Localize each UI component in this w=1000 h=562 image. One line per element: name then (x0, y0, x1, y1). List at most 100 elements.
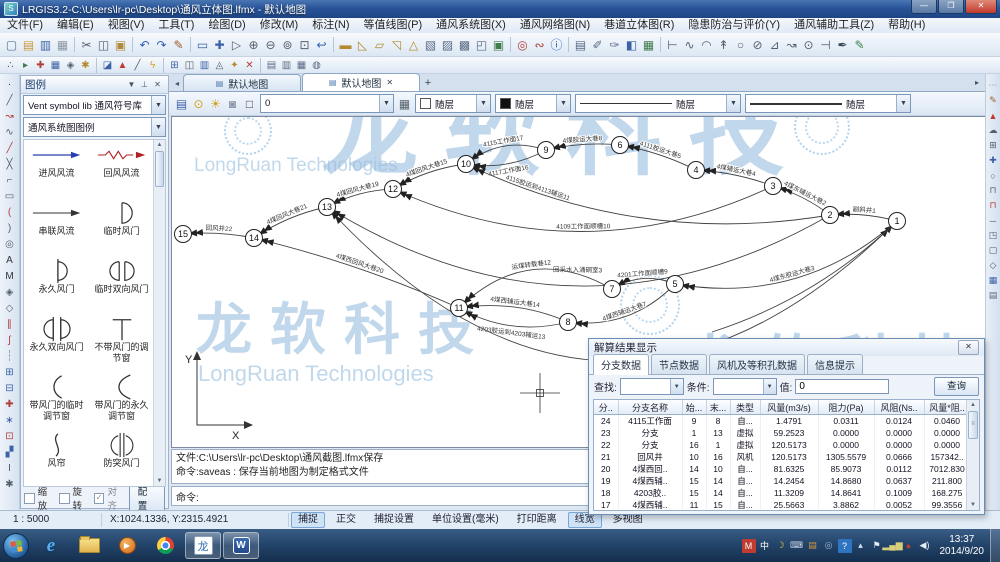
annotate-button[interactable]: ▤ (572, 36, 589, 53)
sheet-grid-button[interactable]: ▦ (294, 58, 309, 72)
magnifier-icon[interactable]: ◎ (822, 539, 836, 553)
format-brush-button[interactable]: ✎ (170, 36, 187, 53)
dialog-close-icon[interactable]: ✕ (958, 340, 979, 355)
segment-tool-button[interactable]: ╱ (2, 140, 18, 156)
corner-tool-button[interactable]: ⌐ (2, 172, 18, 188)
chevron-down-icon[interactable]: ▼ (379, 95, 393, 112)
legend-item-temporary-two-way-damper[interactable]: 临时双向风门 (89, 258, 154, 316)
box-button[interactable]: ▢ (986, 243, 1000, 258)
split-view-button[interactable]: ◫ (182, 58, 197, 72)
table-export-button[interactable]: ▦ (640, 36, 657, 53)
menu-item-7[interactable]: 标注(N) (305, 18, 356, 33)
menu-item-6[interactable]: 修改(M) (253, 18, 306, 33)
volume-icon[interactable]: ◀) (918, 539, 932, 553)
snap-circle-button[interactable]: ○ (732, 36, 749, 53)
draw-polygon-button[interactable]: ▱ (371, 36, 388, 53)
legend-item-permanent-regulator-with-damper[interactable]: 带风门的永久调节窗 (89, 374, 154, 432)
paste-button[interactable]: ▣ (112, 36, 129, 53)
info-button[interactable]: ⓘ (548, 36, 565, 53)
status-button-3[interactable]: 捕捉设置 (367, 512, 421, 528)
rect-tool-button[interactable]: ▭ (2, 188, 18, 204)
snap-center-button[interactable]: ⊙ (800, 36, 817, 53)
chevron-down-icon[interactable]: ▼ (763, 379, 776, 394)
select-window-button[interactable]: ▭ (194, 36, 211, 53)
grid-settings-button[interactable]: ∴ (3, 58, 18, 72)
sketch-button[interactable]: ✎ (851, 36, 868, 53)
menu-item-11[interactable]: 巷道立体图(R) (597, 18, 681, 33)
lineweight-select[interactable]: 随层 ▼ (745, 94, 911, 113)
stretch-h-button[interactable]: Ⅰ (2, 460, 18, 476)
legend-item-regulator-without-damper[interactable]: 不带风门的调节窗 (89, 316, 154, 374)
snap-node-button[interactable]: ↟ (715, 36, 732, 53)
explorer-taskbar-button[interactable] (71, 532, 107, 559)
align-left-button[interactable]: ⊞ (2, 364, 18, 380)
column-header[interactable]: 末... (706, 400, 730, 415)
find-select[interactable]: ▼ (620, 378, 684, 395)
help-icon[interactable]: ? (838, 539, 852, 553)
column-header[interactable]: 风阻(Ns.. (874, 400, 924, 415)
grid-small-button[interactable]: ⊞ (986, 138, 1000, 153)
scroll-up-icon[interactable]: ▲ (967, 400, 979, 410)
layer-lock-icon[interactable]: ◙ (224, 95, 241, 112)
new-file-button[interactable]: ▢ (3, 36, 20, 53)
column-header[interactable]: 风量*阻.. (924, 400, 970, 415)
minimize-button[interactable]: — (911, 0, 937, 14)
add-layer-button[interactable]: ✚ (33, 58, 48, 72)
pan-button[interactable]: ✚ (211, 36, 228, 53)
scrollbar-thumb[interactable] (155, 151, 164, 187)
record-button[interactable]: ◍ (309, 58, 324, 72)
spline-tool-button[interactable]: ʃ (2, 332, 18, 348)
column-header[interactable]: 分.. (594, 400, 618, 415)
sheet-button[interactable]: ▤ (986, 288, 1000, 303)
block-insert-button[interactable]: ◧ (623, 36, 640, 53)
condition-select[interactable]: ▼ (713, 378, 777, 395)
zoom-out-button[interactable]: ⊖ (262, 36, 279, 53)
draw-contour-button[interactable]: ◹ (388, 36, 405, 53)
scroll-up-icon[interactable]: ▲ (154, 140, 165, 150)
move-cross-button[interactable]: ✚ (986, 153, 1000, 168)
legend-item-temporary-damper[interactable]: 临时风门 (89, 200, 154, 258)
panel-menu-icon[interactable]: ▼ (125, 78, 138, 91)
tray-expand-icon[interactable]: ▴ (854, 539, 868, 553)
diamond-button[interactable]: ◇ (986, 258, 1000, 273)
basket-icon[interactable]: ▤ (806, 539, 820, 553)
menu-item-14[interactable]: 帮助(H) (881, 18, 932, 33)
region-tool-button[interactable]: ◇ (2, 300, 18, 316)
color-select[interactable]: 随层 ▼ (415, 94, 491, 113)
arc-right-tool-button[interactable]: ) (2, 220, 18, 236)
donut-button[interactable]: ◎ (514, 36, 531, 53)
legend-item-permanent-two-way-damper[interactable]: 永久双向风门 (24, 316, 89, 374)
results-dialog[interactable]: 解算结果显示 ✕ 分支数据节点数据风机及等积孔数据信息提示 查找: ▼ 条件: … (588, 338, 985, 515)
legend-group-select[interactable]: 通风系统图图例 ▼ (23, 117, 166, 137)
maximize-button[interactable]: ❐ (938, 0, 964, 14)
diamond-tool-button[interactable]: ◈ (63, 58, 78, 72)
snap-endpoint-button[interactable]: ⊢ (664, 36, 681, 53)
snap-angle-button[interactable]: ⊿ (766, 36, 783, 53)
menu-item-8[interactable]: 等值线图(P) (357, 18, 430, 33)
linetype-select[interactable]: 随层 ▼ (575, 94, 741, 113)
mirror-object-button[interactable]: ▨ (439, 36, 456, 53)
column-header[interactable]: 类型 (730, 400, 760, 415)
point-tool-button[interactable]: · (2, 76, 18, 92)
legend-item-permanent-damper[interactable]: 永久风门 (24, 258, 89, 316)
word-taskbar-button[interactable]: W (223, 532, 259, 559)
tab-scroll-left-icon[interactable]: ◂ (171, 77, 183, 91)
lightning-button[interactable]: ϟ (145, 58, 160, 72)
draw-line-button[interactable]: ▬ (337, 36, 354, 53)
curve-arrow-tool-button[interactable]: ↝ (2, 108, 18, 124)
results-tab-4[interactable]: 信息提示 (807, 354, 863, 374)
show-desktop-button[interactable] (990, 529, 1000, 562)
draw-slope-button[interactable]: ◺ (354, 36, 371, 53)
save-view-button[interactable]: ▥ (197, 58, 212, 72)
snap-none-button[interactable]: ⊘ (749, 36, 766, 53)
tab-scroll-right-icon[interactable]: ▸ (971, 76, 983, 90)
triangle-net-button[interactable]: ◬ (212, 58, 227, 72)
quad-button[interactable]: ◳ (986, 228, 1000, 243)
snap-arc-button[interactable]: ◠ (698, 36, 715, 53)
title-bar[interactable]: S LRGIS3.2-C:\Users\lr-pc\Desktop\通风立体图.… (0, 0, 1000, 18)
column-header[interactable]: 风量(m3/s) (760, 400, 818, 415)
ie-taskbar-button[interactable]: e (33, 532, 69, 559)
input-chinese-icon[interactable]: 中 (758, 539, 772, 553)
menu-item-9[interactable]: 通风系统图(X) (429, 18, 513, 33)
pi-shape-button[interactable]: ⊓ (986, 183, 1000, 198)
